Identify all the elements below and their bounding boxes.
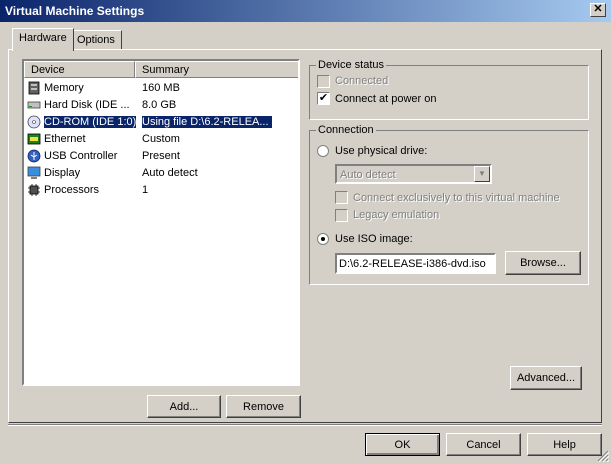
device-name: Ethernet	[44, 133, 86, 145]
legacy-emulation-checkbox[interactable]	[335, 209, 348, 222]
column-header-device[interactable]: Device	[24, 61, 135, 78]
close-button[interactable]: ✕	[590, 3, 606, 17]
tab-label: Options	[77, 34, 115, 46]
physical-drive-radio[interactable]	[317, 145, 329, 157]
list-header: Device Summary	[24, 61, 298, 78]
device-row-cdrom[interactable]: CD-ROM (IDE 1:0) Using file D:\6.2-RELEA…	[24, 114, 294, 131]
physical-drive-label: Use physical drive:	[335, 145, 428, 157]
cdrom-icon	[27, 115, 41, 129]
add-button[interactable]: Add...	[147, 395, 221, 418]
device-row-display[interactable]: Display Auto detect	[24, 165, 294, 182]
connected-checkbox[interactable]	[317, 75, 330, 88]
browse-button[interactable]: Browse...	[505, 251, 581, 275]
iso-image-radio[interactable]	[317, 233, 329, 245]
tab-label: Hardware	[19, 32, 67, 44]
connect-at-power-on-checkbox[interactable]: ✔	[317, 92, 330, 105]
device-row-usb[interactable]: USB Controller Present	[24, 148, 294, 165]
display-icon	[27, 166, 41, 179]
connect-at-power-on-label: Connect at power on	[335, 93, 437, 105]
network-icon	[27, 133, 41, 145]
device-summary: Custom	[142, 133, 180, 145]
close-icon: ✕	[593, 3, 603, 15]
remove-button[interactable]: Remove	[226, 395, 301, 418]
device-name: CD-ROM (IDE 1:0)	[44, 116, 136, 128]
chevron-down-icon: ▼	[474, 166, 490, 182]
connect-exclusively-checkbox[interactable]	[335, 191, 348, 204]
device-row-ethernet[interactable]: Ethernet Custom	[24, 131, 294, 148]
check-icon: ✔	[318, 92, 329, 104]
device-name: Hard Disk (IDE ...	[44, 99, 130, 111]
ok-button[interactable]: OK	[365, 433, 440, 456]
resize-grip-icon[interactable]	[597, 450, 609, 462]
column-header-summary[interactable]: Summary	[135, 61, 298, 78]
device-row-hard-disk[interactable]: Hard Disk (IDE ... 8.0 GB	[24, 97, 294, 114]
connect-exclusively-label: Connect exclusively to this virtual mach…	[353, 192, 560, 204]
legacy-emulation-label: Legacy emulation	[353, 209, 440, 221]
device-name: USB Controller	[44, 150, 118, 162]
device-name: Processors	[44, 184, 100, 196]
device-summary: Using file D:\6.2-RELEA...	[142, 116, 272, 128]
drive-select-value: Auto detect	[340, 169, 396, 181]
footer-divider	[8, 424, 602, 426]
device-list[interactable]: Device Summary Memory 160 MB Hard Disk (…	[22, 59, 300, 386]
device-summary: 160 MB	[142, 82, 180, 94]
advanced-button[interactable]: Advanced...	[510, 366, 582, 390]
tab-hardware[interactable]: Hardware	[12, 28, 74, 51]
device-name: Display	[44, 167, 81, 179]
device-summary: Auto detect	[142, 167, 198, 179]
window-title: Virtual Machine Settings	[5, 4, 145, 18]
tab-options[interactable]: Options	[70, 30, 122, 49]
device-status-title: Device status	[316, 59, 387, 71]
hard-disk-icon	[27, 101, 41, 109]
usb-icon	[27, 149, 41, 163]
connected-label: Connected	[335, 75, 389, 87]
help-button[interactable]: Help	[527, 433, 602, 456]
iso-path-input[interactable]: D:\6.2-RELEASE-i386-dvd.iso	[335, 253, 496, 274]
device-row-memory[interactable]: Memory 160 MB	[24, 80, 294, 97]
device-name: Memory	[44, 82, 84, 94]
device-row-processors[interactable]: Processors 1	[24, 182, 294, 199]
device-summary: 1	[142, 184, 149, 196]
iso-image-label: Use ISO image:	[335, 233, 413, 245]
memory-icon	[28, 81, 40, 95]
device-summary: 8.0 GB	[142, 99, 177, 111]
processor-icon	[28, 184, 40, 196]
cancel-button[interactable]: Cancel	[446, 433, 521, 456]
connection-title: Connection	[316, 124, 376, 136]
title-bar: Virtual Machine Settings ✕	[0, 0, 611, 22]
drive-select[interactable]: Auto detect ▼	[335, 164, 492, 184]
device-summary: Present	[142, 150, 180, 162]
